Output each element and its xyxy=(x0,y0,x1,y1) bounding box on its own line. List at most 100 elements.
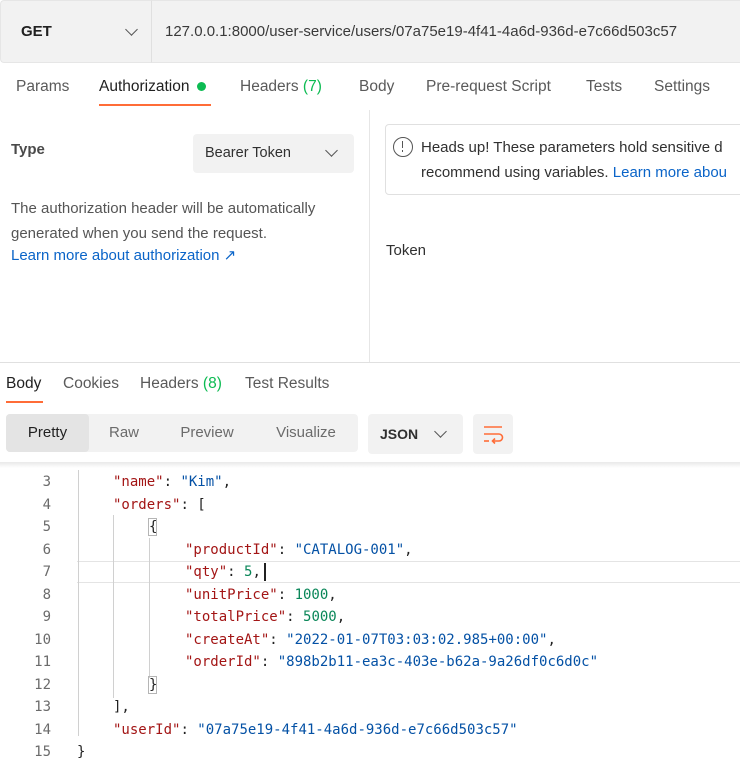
tab-body[interactable]: Body xyxy=(359,78,394,96)
json-key: "name" xyxy=(113,474,164,490)
line-number: 13 xyxy=(34,699,51,715)
learn-more-authorization-link[interactable]: Learn more about authorization ↗ xyxy=(11,246,236,264)
json-key: "orderId" xyxy=(185,654,261,670)
code-line: "createAt": "2022-01-07T03:03:02.985+00:… xyxy=(185,632,556,648)
line-number: 8 xyxy=(42,587,51,603)
chevron-down-icon xyxy=(325,144,338,157)
sensitive-data-alert: Heads up! These parameters hold sensitiv… xyxy=(385,124,740,195)
json-number: 5000 xyxy=(303,609,337,625)
view-mode-selector: Pretty Raw Preview Visualize xyxy=(6,414,358,452)
json-key: "userId" xyxy=(113,722,181,738)
current-line-highlight xyxy=(77,561,740,583)
active-response-tab-indicator xyxy=(6,401,43,403)
code-line: "qty": 5, xyxy=(185,564,261,580)
json-string: "07a75e19-4f41-4a6d-936d-e7c66d503c57" xyxy=(197,722,518,738)
auth-description: The authorization header will be automat… xyxy=(11,196,361,246)
active-status-dot xyxy=(197,82,207,92)
method-label: GET xyxy=(21,23,52,40)
info-icon xyxy=(393,137,413,157)
view-raw-button[interactable]: Raw xyxy=(96,414,152,452)
code-line: } xyxy=(149,677,158,693)
code-line: } xyxy=(77,744,86,760)
response-tab-test-results[interactable]: Test Results xyxy=(245,375,329,393)
json-key: "orders" xyxy=(113,497,181,513)
chevron-down-icon xyxy=(125,23,138,36)
auth-type-label: Type xyxy=(11,141,45,158)
code-line: "productId": "CATALOG-001", xyxy=(185,542,413,558)
line-number: 3 xyxy=(42,474,51,490)
code-line: "name": "Kim", xyxy=(113,474,232,490)
response-tab-cookies[interactable]: Cookies xyxy=(63,375,119,393)
line-number: 11 xyxy=(34,654,51,670)
wrap-lines-button[interactable] xyxy=(473,414,513,454)
tab-params[interactable]: Params xyxy=(16,78,69,96)
indent-guide xyxy=(149,538,150,678)
code-line: "orders": [ xyxy=(113,497,206,513)
line-number: 10 xyxy=(34,632,51,648)
indent-guide xyxy=(78,470,79,736)
method-select[interactable]: GET xyxy=(0,0,151,63)
tab-authorization[interactable]: Authorization xyxy=(99,78,207,96)
response-tab-body[interactable]: Body xyxy=(6,375,41,393)
tab-prerequest-script[interactable]: Pre-request Script xyxy=(426,78,551,96)
auth-description-line: The authorization header will be automat… xyxy=(11,200,316,217)
token-label: Token xyxy=(386,242,427,259)
line-number: 6 xyxy=(42,542,51,558)
wrap-lines-icon xyxy=(484,426,504,445)
json-key: "qty" xyxy=(185,564,228,580)
code-line: "orderId": "898b2b11-ea3c-403e-b62a-9a26… xyxy=(185,654,599,670)
response-headers-count: (8) xyxy=(202,375,222,392)
format-label: JSON xyxy=(380,426,419,442)
url-text: 127.0.0.1:8000/user-service/users/07a75e… xyxy=(165,23,678,40)
alert-text: Heads up! These parameters hold sensitiv… xyxy=(421,139,723,156)
line-number: 12 xyxy=(34,677,51,693)
line-number: 15 xyxy=(34,744,51,760)
active-tab-indicator xyxy=(99,104,211,106)
json-key: "productId" xyxy=(185,542,278,558)
json-string: "898b2b11-ea3c-403e-b62a-9a26df0c6d0c" xyxy=(277,654,599,670)
auth-description-line: generated when you send the request. xyxy=(11,225,268,242)
panel-divider xyxy=(369,110,370,362)
json-key: "createAt" xyxy=(185,632,270,648)
line-number: 7 xyxy=(42,564,51,580)
auth-type-select[interactable]: Bearer Token xyxy=(193,134,354,173)
tab-headers[interactable]: Headers (7) xyxy=(240,78,322,96)
json-string: "Kim" xyxy=(180,474,223,490)
code-line: "unitPrice": 1000, xyxy=(185,587,337,603)
json-key: "unitPrice" xyxy=(185,587,278,603)
alert-text: recommend using variables. Learn more ab… xyxy=(421,164,727,181)
editor-scroll-shadow xyxy=(0,462,740,468)
json-key: "totalPrice" xyxy=(185,609,287,625)
line-number: 14 xyxy=(34,722,51,738)
code-partial-line xyxy=(225,455,250,465)
response-tab-headers-label: Headers xyxy=(140,375,199,392)
alert-text-line2: recommend using variables. xyxy=(421,164,609,181)
tab-tests[interactable]: Tests xyxy=(586,78,622,96)
code-line: "userId": "07a75e19-4f41-4a6d-936d-e7c66… xyxy=(113,722,518,738)
auth-type-value: Bearer Token xyxy=(205,145,291,161)
code-line: { xyxy=(149,519,158,535)
pane-divider[interactable] xyxy=(0,362,740,363)
line-number: 9 xyxy=(42,609,51,625)
headers-count: (7) xyxy=(302,78,322,95)
learn-more-variables-link[interactable]: Learn more abou xyxy=(613,164,727,181)
json-string: "CATALOG-001" xyxy=(294,542,405,558)
chevron-down-icon xyxy=(434,425,447,438)
indent-guide xyxy=(113,515,114,698)
tab-authorization-label: Authorization xyxy=(99,78,190,95)
json-number: 1000 xyxy=(294,587,329,603)
code-line: "totalPrice": 5000, xyxy=(185,609,346,625)
tab-settings[interactable]: Settings xyxy=(654,78,710,96)
line-number: 4 xyxy=(42,497,51,513)
text-cursor xyxy=(264,563,266,581)
line-number: 5 xyxy=(42,519,51,535)
tab-headers-label: Headers xyxy=(240,78,299,95)
format-select[interactable]: JSON xyxy=(368,414,463,454)
view-pretty-button[interactable]: Pretty xyxy=(6,414,89,452)
url-input[interactable]: 127.0.0.1:8000/user-service/users/07a75e… xyxy=(151,0,740,63)
code-line: ], xyxy=(113,699,130,715)
json-string: "2022-01-07T03:03:02.985+00:00" xyxy=(286,632,548,648)
view-preview-button[interactable]: Preview xyxy=(166,414,248,452)
view-visualize-button[interactable]: Visualize xyxy=(262,414,350,452)
response-tab-headers[interactable]: Headers (8) xyxy=(140,375,222,393)
